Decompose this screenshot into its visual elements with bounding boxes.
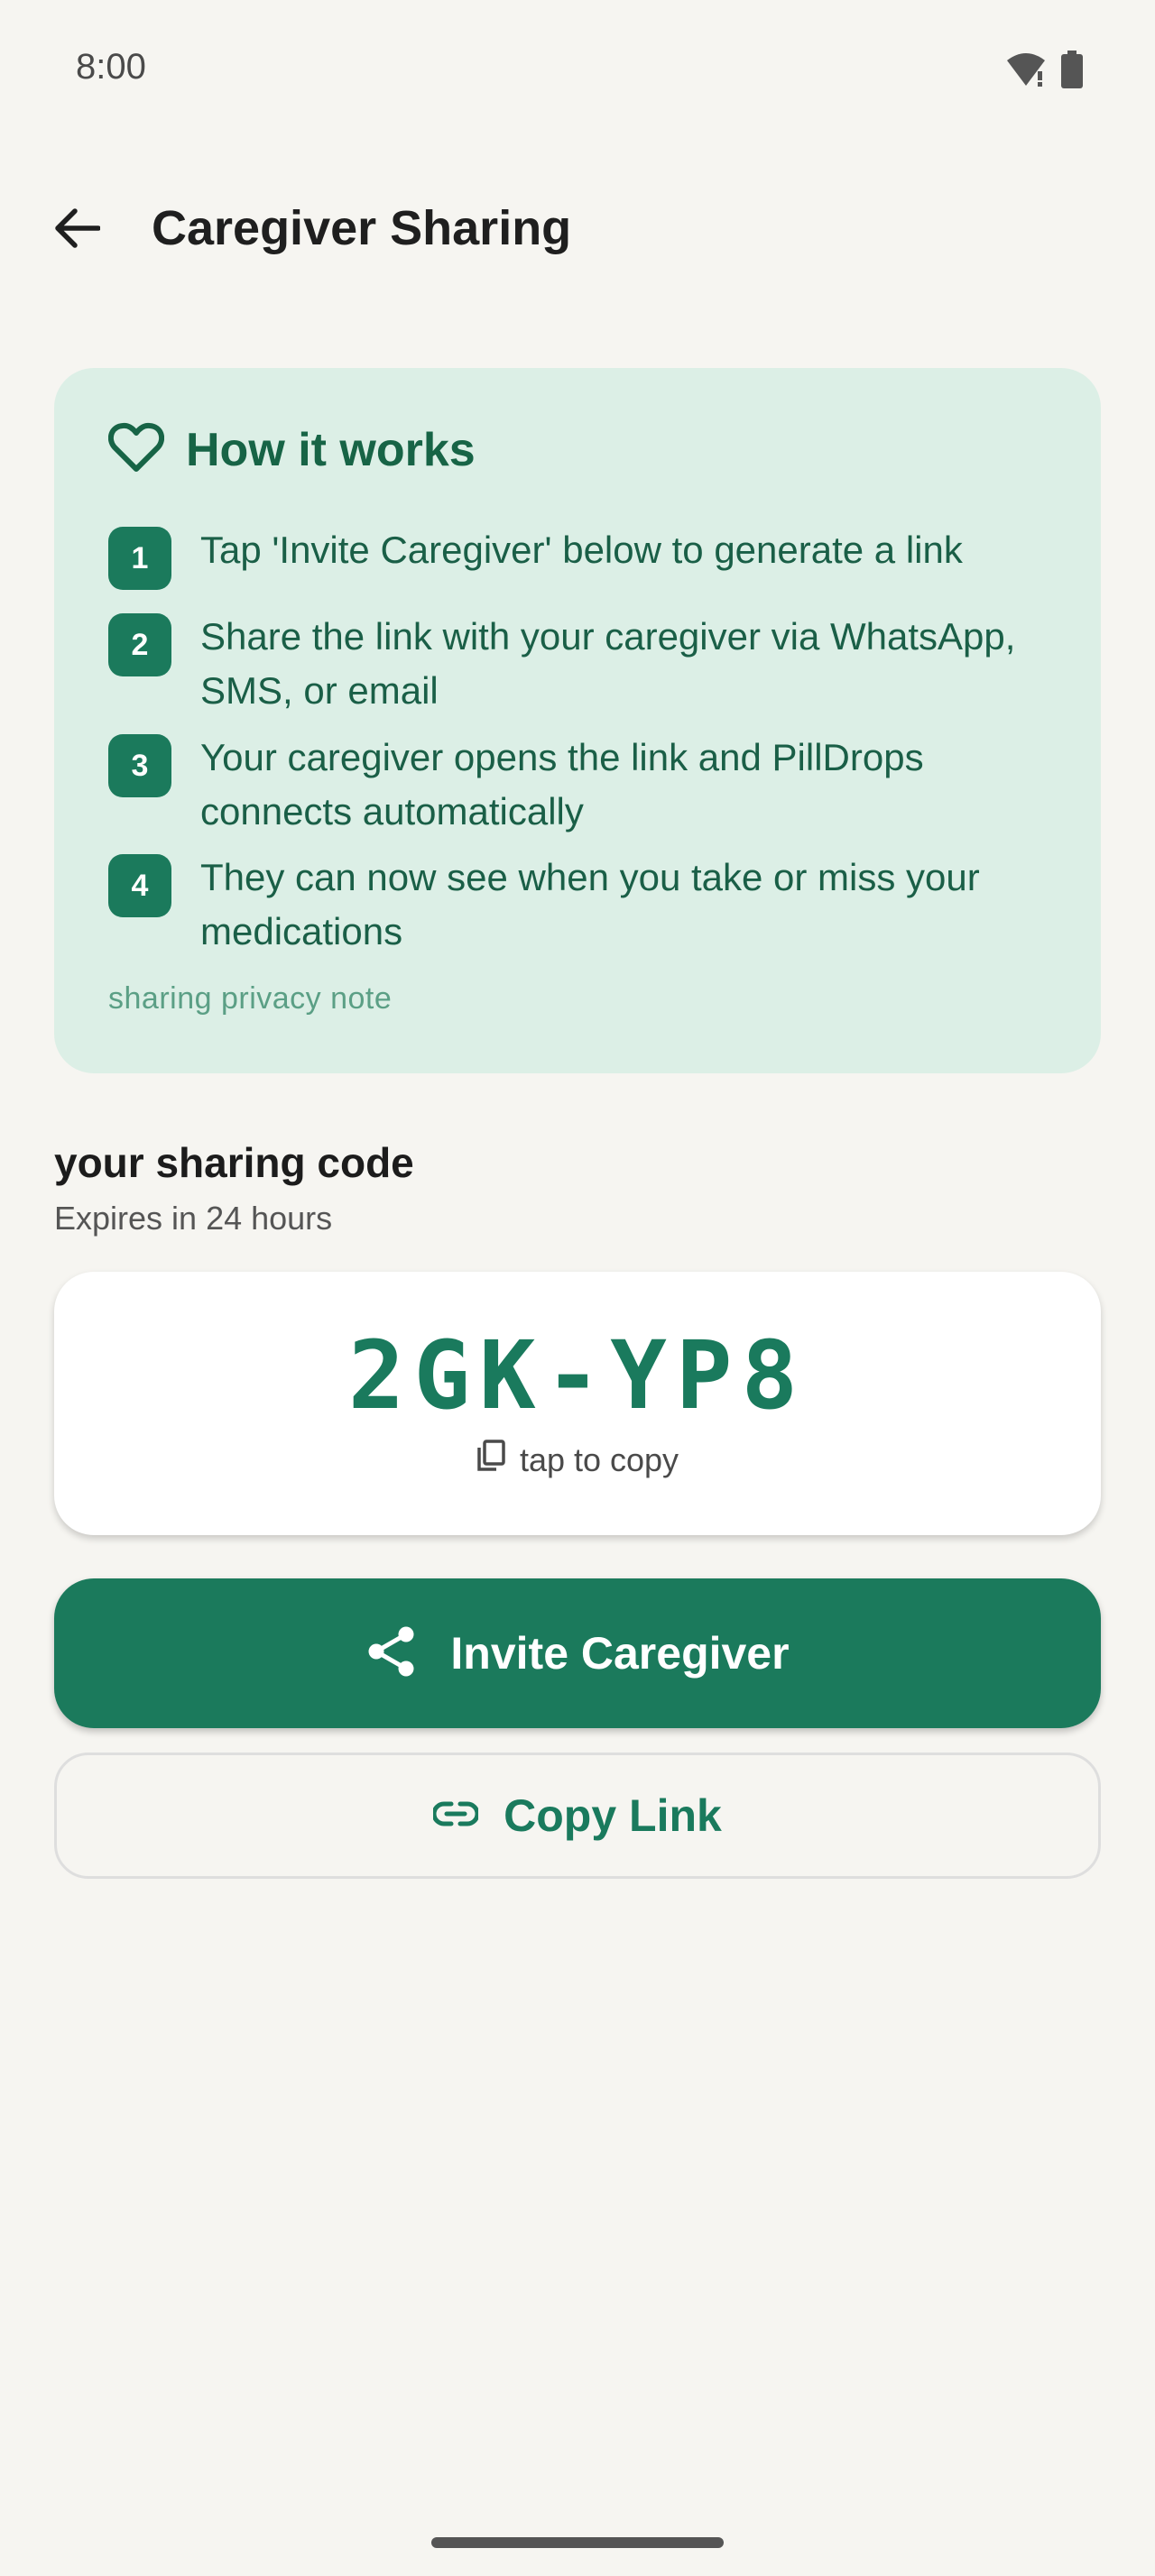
sharing-code-expiry: Expires in 24 hours xyxy=(54,1200,333,1237)
how-it-works-card: How it works 1 Tap 'Invite Caregiver' be… xyxy=(54,368,1101,1073)
status-bar: 8:00 xyxy=(0,0,1155,135)
step-number-badge: 2 xyxy=(108,613,171,676)
status-icons xyxy=(1005,51,1083,93)
invite-caregiver-button[interactable]: Invite Caregiver xyxy=(54,1578,1101,1728)
step-text: Share the link with your caregiver via W… xyxy=(200,615,1016,712)
step-number-badge: 3 xyxy=(108,734,171,797)
share-icon xyxy=(365,1625,418,1682)
step-text: They can now see when you take or miss y… xyxy=(200,856,980,952)
step-text: Your caregiver opens the link and PillDr… xyxy=(200,736,924,833)
privacy-note: sharing privacy note xyxy=(108,981,393,1016)
back-button[interactable] xyxy=(45,198,108,262)
invite-caregiver-label: Invite Caregiver xyxy=(450,1628,790,1679)
page-title: Caregiver Sharing xyxy=(152,201,572,255)
how-it-works-title: How it works xyxy=(186,423,476,476)
step-text: Tap 'Invite Caregiver' below to generate… xyxy=(200,529,963,571)
how-it-works-header: How it works xyxy=(107,422,476,477)
heart-outline-icon xyxy=(107,422,165,477)
tap-to-copy-label: tap to copy xyxy=(519,1440,679,1478)
status-time: 8:00 xyxy=(76,47,146,87)
battery-icon xyxy=(1061,51,1083,93)
step-number-badge: 1 xyxy=(108,527,171,590)
copy-icon xyxy=(476,1440,505,1480)
copy-link-label: Copy Link xyxy=(504,1790,722,1841)
tap-to-copy-hint: tap to copy xyxy=(54,1440,1101,1480)
link-icon xyxy=(431,1800,480,1832)
copy-link-button[interactable]: Copy Link xyxy=(54,1753,1101,1879)
sharing-code-card[interactable]: 2GK-YP8 tap to copy xyxy=(54,1272,1101,1535)
home-indicator[interactable] xyxy=(431,2537,724,2548)
sharing-code-value: 2GK-YP8 xyxy=(347,1320,808,1431)
wifi-alert-icon xyxy=(1005,51,1047,92)
step-number-badge: 4 xyxy=(108,854,171,917)
arrow-back-icon xyxy=(53,207,101,253)
sharing-code-title: your sharing code xyxy=(54,1139,414,1186)
top-app-bar: Caregiver Sharing xyxy=(0,180,1155,280)
